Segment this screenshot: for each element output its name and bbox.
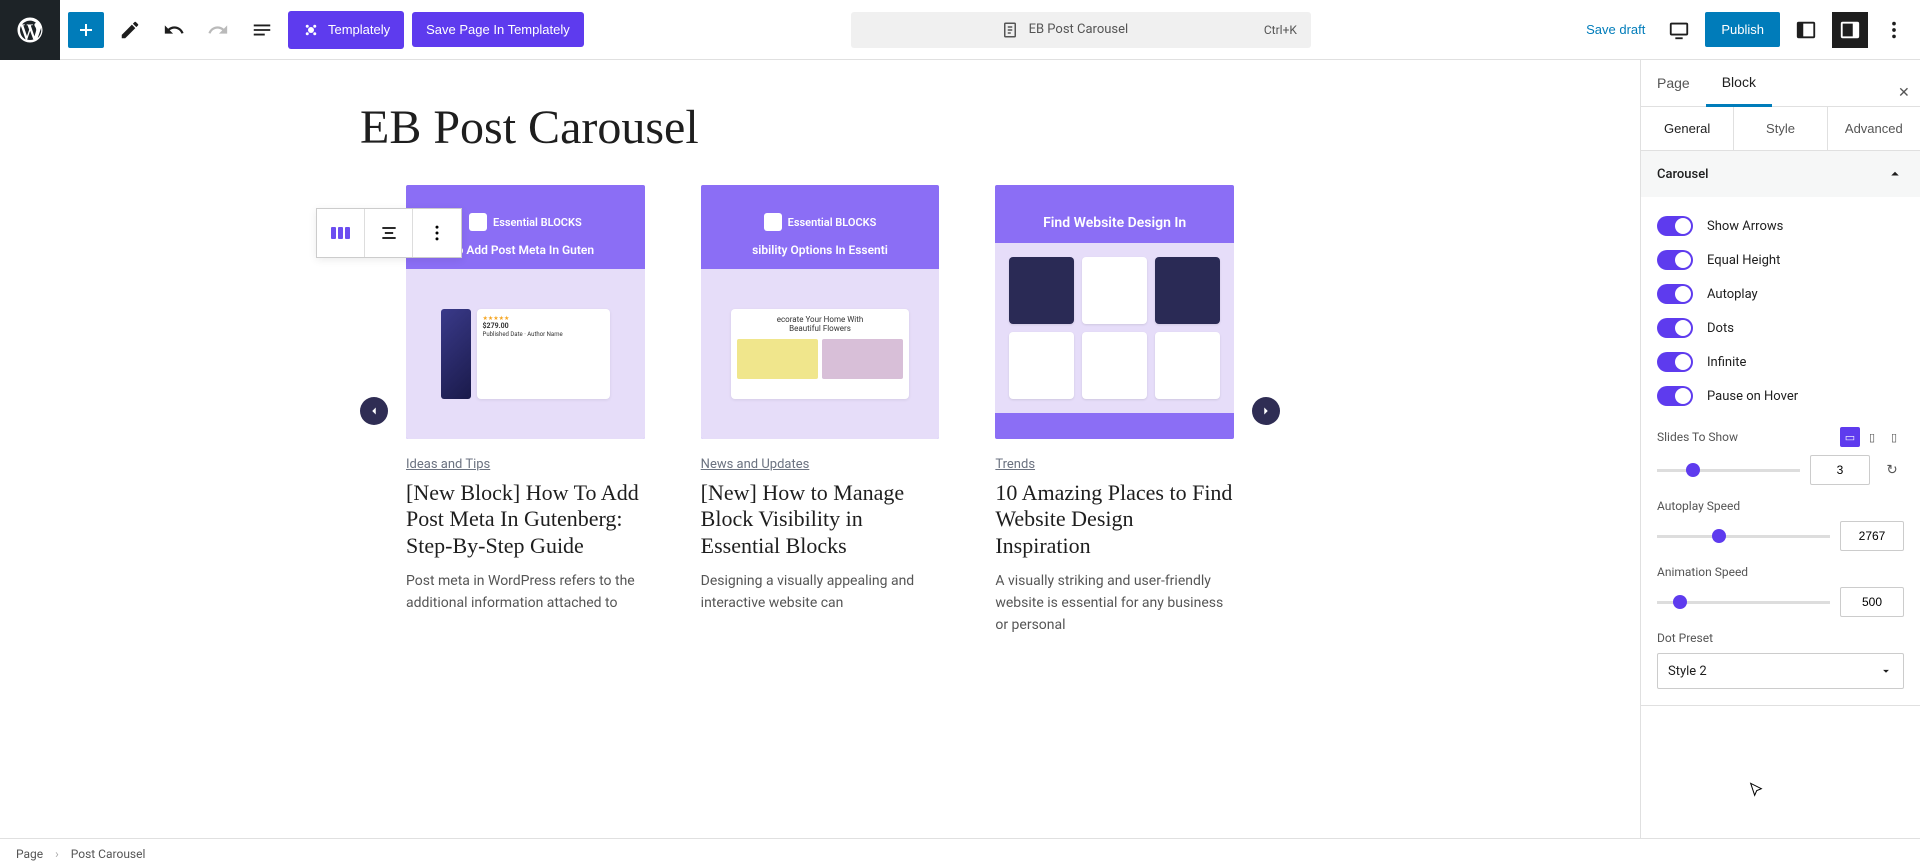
mobile-icon[interactable]: ▯: [1884, 427, 1904, 447]
tab-block[interactable]: Block: [1706, 60, 1772, 107]
breadcrumb: Page › Post Carousel: [0, 838, 1920, 868]
slide-title[interactable]: [New Block] How To Add Post Meta In Gute…: [406, 480, 645, 559]
slide-thumbnail: Find Website Design In: [995, 185, 1234, 439]
save-templately-button[interactable]: Save Page In Templately: [412, 12, 584, 47]
dot-preset-select[interactable]: Style 2: [1657, 653, 1904, 689]
page-title[interactable]: EB Post Carousel: [360, 100, 1280, 155]
view-button[interactable]: [1661, 12, 1697, 48]
tools-button[interactable]: [112, 12, 148, 48]
templately-button[interactable]: Templately: [288, 11, 404, 49]
panel-carousel-header[interactable]: Carousel: [1641, 151, 1920, 197]
subtab-style[interactable]: Style: [1734, 107, 1827, 150]
align-button[interactable]: [365, 209, 413, 257]
autoplay-speed-slider[interactable]: [1657, 535, 1830, 538]
slide-excerpt: Designing a visually appealing and inter…: [701, 571, 940, 614]
block-type-icon[interactable]: [317, 209, 365, 257]
breadcrumb-current[interactable]: Post Carousel: [71, 847, 146, 861]
autoplay-speed-input[interactable]: [1840, 521, 1904, 551]
slide-title[interactable]: 10 Amazing Places to Find Website Design…: [995, 480, 1234, 559]
post-carousel-block[interactable]: Essential BLOCKS o Add Post Meta In Gute…: [360, 185, 1280, 636]
mouse-cursor-icon: [1748, 782, 1764, 798]
carousel-slide: Find Website Design In Trends 10 Amazing…: [995, 185, 1234, 636]
templately-label: Templately: [328, 22, 390, 37]
undo-button[interactable]: [156, 12, 192, 48]
block-toolbar: [316, 208, 462, 258]
document-title-bar[interactable]: EB Post Carousel Ctrl+K: [851, 12, 1311, 48]
slides-to-show-input[interactable]: [1810, 455, 1870, 485]
slide-excerpt: A visually striking and user-friendly we…: [995, 571, 1234, 636]
sidebar-right-toggle[interactable]: [1832, 12, 1868, 48]
subtab-general[interactable]: General: [1641, 107, 1734, 150]
redo-button: [200, 12, 236, 48]
page-icon: [1001, 21, 1019, 39]
toggle-show-arrows[interactable]: [1657, 216, 1693, 236]
options-button[interactable]: [1876, 12, 1912, 48]
top-toolbar: Templately Save Page In Templately EB Po…: [0, 0, 1920, 60]
chevron-up-icon: [1886, 165, 1904, 183]
slide-excerpt: Post meta in WordPress refers to the add…: [406, 571, 645, 614]
toggle-autoplay[interactable]: [1657, 284, 1693, 304]
document-overview-button[interactable]: [244, 12, 280, 48]
shortcut-hint: Ctrl+K: [1264, 23, 1297, 37]
toggle-dots[interactable]: [1657, 318, 1693, 338]
doc-title: EB Post Carousel: [1029, 22, 1129, 37]
toggle-pause-hover[interactable]: [1657, 386, 1693, 406]
chevron-down-icon: [1879, 664, 1893, 678]
carousel-next-button[interactable]: [1252, 397, 1280, 425]
animation-speed-input[interactable]: [1840, 587, 1904, 617]
reset-button[interactable]: ↻: [1880, 458, 1904, 482]
slides-to-show-slider[interactable]: [1657, 469, 1800, 472]
carousel-slide: Essential BLOCKS sibility Options In Ess…: [701, 185, 940, 636]
breadcrumb-page[interactable]: Page: [16, 847, 43, 861]
toggle-equal-height[interactable]: [1657, 250, 1693, 270]
device-icons: ▭ ▯ ▯: [1840, 427, 1904, 447]
sidebar-left-toggle[interactable]: [1788, 12, 1824, 48]
wordpress-logo[interactable]: [0, 0, 60, 60]
slide-category[interactable]: Trends: [995, 457, 1035, 472]
toggle-infinite[interactable]: [1657, 352, 1693, 372]
carousel-prev-button[interactable]: [360, 397, 388, 425]
close-sidebar-button[interactable]: ✕: [1882, 70, 1914, 100]
tab-page[interactable]: Page: [1641, 60, 1706, 106]
save-draft-button[interactable]: Save draft: [1578, 14, 1653, 45]
tablet-icon[interactable]: ▯: [1862, 427, 1882, 447]
slide-category[interactable]: Ideas and Tips: [406, 457, 490, 472]
block-more-button[interactable]: [413, 209, 461, 257]
settings-sidebar: Page Block ✕ General Style Advanced Caro…: [1640, 60, 1920, 838]
slide-thumbnail: Essential BLOCKS sibility Options In Ess…: [701, 185, 940, 439]
publish-button[interactable]: Publish: [1705, 12, 1780, 47]
desktop-icon[interactable]: ▭: [1840, 427, 1860, 447]
add-block-button[interactable]: [68, 12, 104, 48]
animation-speed-slider[interactable]: [1657, 601, 1830, 604]
slide-category[interactable]: News and Updates: [701, 457, 810, 472]
slide-title[interactable]: [New] How to Manage Block Visibility in …: [701, 480, 940, 559]
save-templately-label: Save Page In Templately: [426, 22, 570, 37]
editor-canvas[interactable]: EB Post Carousel: [0, 60, 1640, 838]
subtab-advanced[interactable]: Advanced: [1828, 107, 1920, 150]
